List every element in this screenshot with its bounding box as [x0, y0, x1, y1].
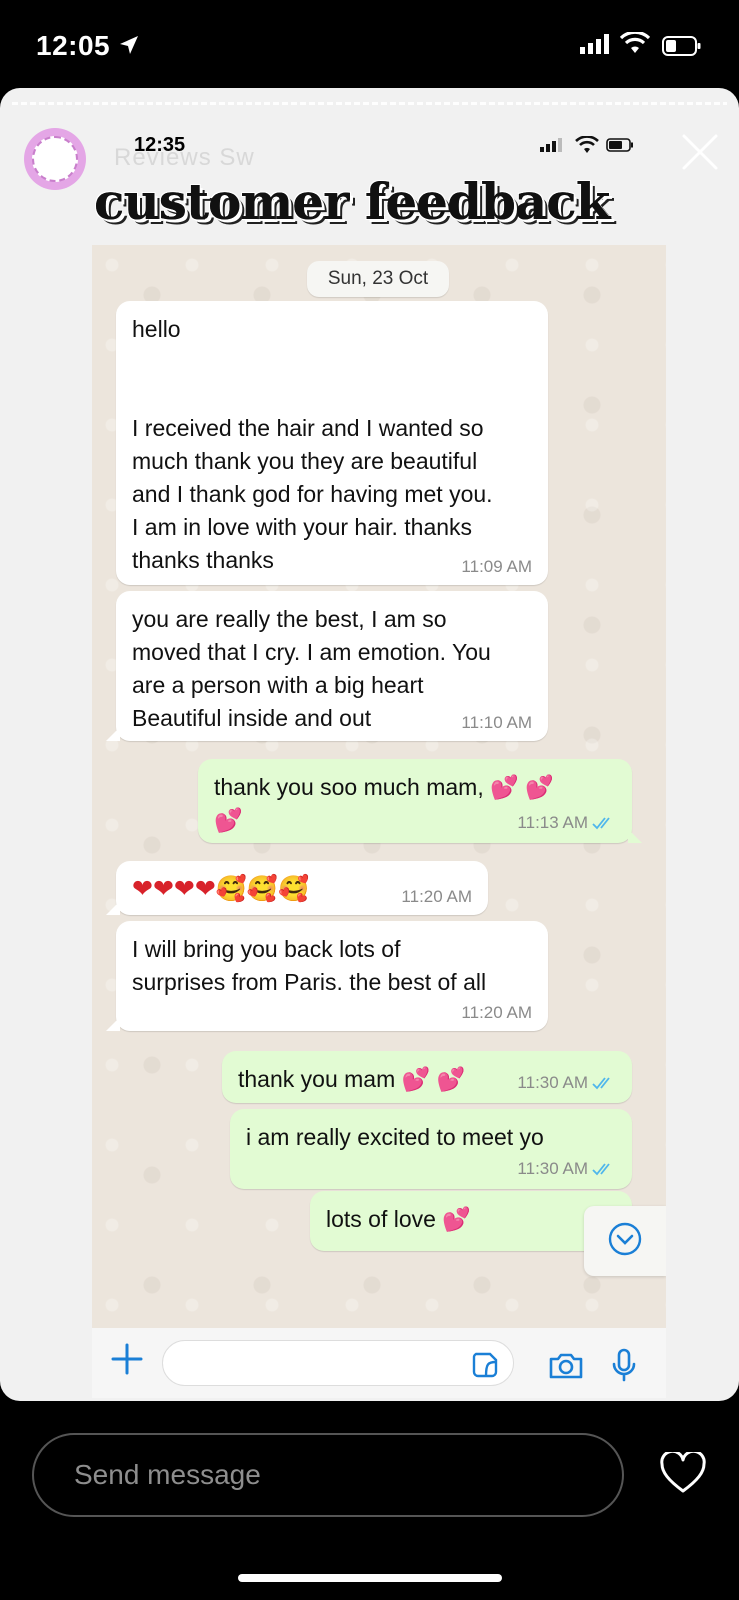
inner-status-time: 12:35: [134, 134, 186, 156]
wifi-icon: [619, 30, 651, 59]
send-message-input[interactable]: Send message: [32, 1433, 624, 1517]
mic-icon[interactable]: [612, 1348, 636, 1387]
message-bubble: I will bring you back lots of surprises …: [106, 921, 548, 1031]
plus-icon[interactable]: [110, 1342, 144, 1381]
message-text: I will bring you back lots of surprises …: [132, 936, 487, 995]
inner-wifi-icon: [575, 135, 599, 159]
message-input[interactable]: [162, 1340, 514, 1386]
battery-icon: [662, 36, 702, 61]
message-time: 11:13 AM: [517, 813, 616, 835]
message-text: i am really excited to meet yo: [246, 1124, 544, 1150]
message-bubble: hello I received the hair and I wanted s…: [116, 301, 548, 585]
message-bubble: i am really excited to meet yo 11:30 AM: [230, 1109, 632, 1189]
message-time-text: 11:13 AM: [517, 813, 588, 832]
heart-icon[interactable]: [660, 1449, 706, 1499]
chat-area: Sun, 23 Oct hello I received the hair an…: [92, 245, 666, 1328]
read-ticks-icon: [592, 1161, 616, 1181]
close-icon[interactable]: [680, 132, 720, 177]
scroll-to-bottom-button[interactable]: [584, 1206, 666, 1276]
inner-signal-icon: [540, 138, 562, 157]
read-ticks-icon: [592, 815, 616, 835]
message-bubble: ❤❤❤❤🥰🥰🥰 11:20 AM: [106, 861, 488, 915]
message-time: 11:20 AM: [401, 887, 472, 906]
message-time: 11:09 AM: [461, 557, 532, 576]
message-time-text: 11:30 AM: [517, 1073, 588, 1092]
signal-icon: [580, 34, 610, 59]
date-chip: Sun, 23 Oct: [307, 261, 449, 297]
headline-sticker: customer feedback: [94, 172, 610, 231]
message-time: 11:20 AM: [461, 1003, 532, 1022]
message-time: 11:10 AM: [461, 713, 532, 732]
sticker-icon[interactable]: [472, 1352, 498, 1383]
inner-input-bar: [92, 1328, 666, 1398]
inner-battery-icon: [606, 138, 634, 157]
home-indicator: [238, 1574, 502, 1582]
message-time: 11:30 AM: [517, 1159, 616, 1181]
chevron-down-icon: [607, 1221, 643, 1262]
camera-icon[interactable]: [548, 1352, 584, 1385]
avatar[interactable]: [24, 128, 86, 190]
message-bubble: thank you soo much mam, 💕 💕 💕 11:13 AM: [198, 759, 642, 843]
story-progress-bar: [12, 102, 727, 105]
message-text: hello I received the hair and I wanted s…: [132, 316, 493, 573]
status-time: 12:05: [36, 30, 111, 61]
message-text: lots of love 💕: [326, 1206, 471, 1232]
message-bubble: thank you mam 💕 💕 11:30 AM: [222, 1051, 632, 1103]
message-time-text: 11:30 AM: [517, 1159, 588, 1178]
avatar-logo: [32, 136, 78, 182]
story-card: Reviews Sw 12:35 customer feedback Sun, …: [0, 88, 739, 1401]
location-arrow-icon: [118, 34, 140, 61]
read-ticks-icon: [592, 1075, 616, 1095]
message-time: 11:30 AM: [517, 1073, 616, 1095]
message-bubble: you are really the best, I am so moved t…: [106, 591, 548, 741]
status-bar: 12:05: [0, 0, 739, 90]
